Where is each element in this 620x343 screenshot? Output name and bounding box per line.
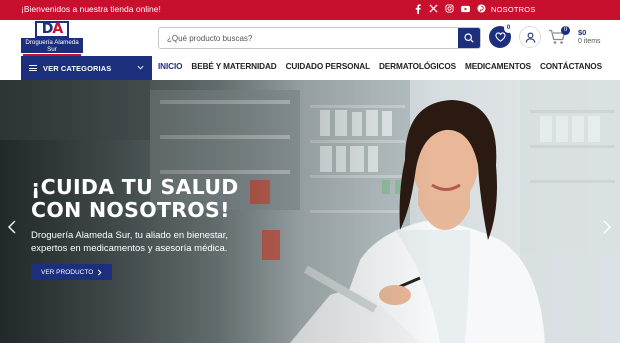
slider-next-arrow[interactable] [602, 220, 612, 234]
account-button[interactable] [519, 26, 541, 48]
cart-items-count: 0 items [578, 38, 601, 45]
categories-dropdown[interactable]: VER CATEGORIAS [21, 56, 152, 80]
x-icon[interactable] [429, 3, 438, 14]
logo-monogram: DA [35, 21, 69, 38]
heart-icon [494, 32, 506, 42]
store-logo[interactable]: DA Droguería Alameda Sur [21, 21, 83, 56]
hero-subtitle-line-1: Droguería Alameda Sur, tu aliado en bien… [31, 230, 228, 241]
wishlist-button[interactable]: 0 [489, 24, 513, 48]
cart-total: $0 [578, 28, 587, 37]
search-icon [464, 33, 474, 43]
search-bar [158, 27, 481, 49]
logo-letter-a: A [52, 21, 63, 37]
welcome-message: ¡Bienvenidos a nuestra tienda online! [21, 4, 161, 14]
view-product-label: VER PRODUCTO [41, 268, 94, 276]
logo-letter-d: D [41, 21, 54, 37]
nav-item-dermatologicos[interactable]: DERMATOLÓGICOS [379, 62, 456, 71]
user-icon [525, 32, 535, 43]
logo-name-bar: Droguería Alameda Sur [21, 38, 83, 56]
nav-item-bebe-maternidad[interactable]: BEBÉ Y MATERNIDAD [191, 62, 276, 71]
instagram-icon[interactable] [445, 3, 454, 14]
top-bar: ¡Bienvenidos a nuestra tienda online! NO… [0, 0, 620, 20]
search-input[interactable] [159, 28, 459, 48]
social-links [413, 3, 486, 14]
menu-icon [29, 65, 37, 71]
cart-count-badge: 0 [561, 26, 570, 35]
view-product-button[interactable]: VER PRODUCTO [31, 264, 113, 280]
chevron-down-icon [137, 65, 144, 70]
main-nav: INICIO BEBÉ Y MATERNIDAD CUIDADO PERSONA… [158, 62, 611, 71]
pinterest-icon[interactable] [477, 3, 486, 14]
logo-name: Droguería Alameda Sur [25, 39, 79, 53]
facebook-icon[interactable] [413, 3, 422, 14]
nav-item-inicio[interactable]: INICIO [158, 62, 183, 71]
youtube-icon[interactable] [461, 3, 470, 14]
hero-title: ¡CUIDA TU SALUD CON NOSOTROS! [31, 176, 239, 222]
search-button[interactable] [458, 28, 480, 48]
hero-title-line-2: CON NOSOTROS! [31, 198, 230, 222]
hero-subtitle: Droguería Alameda Sur, tu aliado en bien… [31, 229, 261, 255]
nav-item-medicamentos[interactable]: MEDICAMENTOS [465, 62, 531, 71]
wishlist-count-badge: 0 [504, 24, 513, 33]
nav-item-contactanos[interactable]: CONTÁCTANOS [540, 62, 602, 71]
categories-label: VER CATEGORIAS [43, 63, 112, 73]
hero-title-line-1: ¡CUIDA TU SALUD [31, 175, 239, 199]
hero-subtitle-line-2: expertos en medicamentos y asesoría médi… [31, 243, 228, 254]
cart-button[interactable]: 0 [548, 26, 570, 47]
about-us-link[interactable]: NOSOTROS [491, 5, 536, 14]
chevron-right-icon [98, 269, 102, 275]
slider-prev-arrow[interactable] [7, 220, 17, 234]
nav-item-cuidado-personal[interactable]: CUIDADO PERSONAL [286, 62, 370, 71]
hero-slider: ¡CUIDA TU SALUD CON NOSOTROS! Droguería … [0, 80, 620, 343]
